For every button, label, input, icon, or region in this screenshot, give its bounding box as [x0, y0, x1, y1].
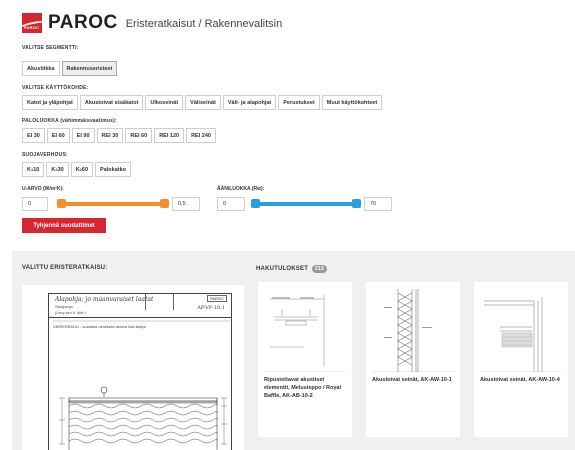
floor-section-diagram — [53, 320, 229, 450]
fire-rei60-button[interactable]: REI 60 — [125, 128, 153, 143]
segment-akustiikka-button[interactable]: Akustiikka — [22, 61, 60, 76]
paroc-logo[interactable]: PAROC — [22, 13, 42, 33]
fire-rei240-button[interactable]: REI 240 — [186, 128, 216, 143]
u-value-label: U-ARVO (W/m²K): — [22, 186, 64, 192]
result-drawing-2 — [384, 289, 432, 372]
segment-buttons: Akustiikka Rakennuseristeet — [22, 61, 119, 76]
result-title: Ripustettavat akustiset elementit, Melus… — [264, 377, 342, 399]
result-thumbnail — [480, 287, 562, 372]
u-value-max-handle[interactable] — [160, 199, 169, 208]
sound-class-min-handle[interactable] — [251, 199, 260, 208]
page-title: Eristeratkaisut / Rakennevalitsin — [125, 18, 283, 30]
result-card[interactable]: Akustoivat seinät, AK-AW-10-4 — [474, 282, 568, 437]
result-title: Akustoivat seinät, AK-AW-10-4 — [480, 377, 560, 383]
fire-rei120-button[interactable]: REI 120 — [154, 128, 185, 143]
results-count-badge: 213 — [311, 265, 327, 273]
usage-label: VALITSE KÄYTTÖKOHDE: — [22, 85, 89, 91]
sound-class-label: ÄÄNILUOKKA (Rw): — [217, 186, 265, 192]
protection-k260-button[interactable]: K 2 60 — [70, 162, 94, 177]
usage-valiseinat-button[interactable]: Väliseinät — [185, 95, 221, 110]
result-thumbnail — [264, 287, 346, 372]
fire-rei30-button[interactable]: REI 30 — [96, 128, 124, 143]
usage-katot-button[interactable]: Katot ja yläpohjat — [22, 95, 78, 110]
logo-word: PAROC — [24, 25, 40, 30]
result-thumbnail — [372, 287, 454, 372]
protection-k230-button[interactable]: K 2 30 — [46, 162, 69, 177]
fire-ei30-button[interactable]: EI 30 — [22, 128, 45, 143]
usage-akustoivat-button[interactable]: Akustoivat sisäkatot — [79, 95, 144, 110]
construction-drawing: Alapohja; jo maanvaraiset laatat Sisäpoh… — [48, 293, 232, 450]
selected-heading: VALITTU ERISTERATKAISU: — [22, 265, 108, 271]
protection-palokatko-button[interactable]: Palokatko — [95, 162, 132, 177]
usage-vali-alapohjat-button[interactable]: Väli- ja alapohjat — [222, 95, 277, 110]
brand-name: PAROC — [48, 12, 118, 33]
usage-perustukset-button[interactable]: Perustukset — [278, 95, 320, 110]
u-value-min-input[interactable]: 0 — [22, 197, 48, 211]
results-heading-wrap: HAKUTULOKSET 213 — [256, 265, 327, 273]
result-drawing-1 — [270, 295, 325, 367]
result-card[interactable]: Akustoivat seinät, AK-AW-10-1 — [366, 282, 460, 437]
fire-class-buttons: EI 30 EI 60 EI 90 REI 30 REI 60 REI 120 … — [22, 128, 218, 143]
protection-k260-rest: 60 — [81, 166, 89, 173]
u-value-max-input[interactable]: 0,5 — [172, 197, 200, 211]
result-drawing-3 — [484, 297, 543, 372]
header: PAROC PAROC Eristeratkaisut / Rakenneval… — [22, 11, 282, 35]
protection-k110-button[interactable]: K 1 10 — [22, 162, 45, 177]
result-title: Akustoivat seinät, AK-AW-10-1 — [372, 377, 452, 383]
sound-class-max-input[interactable]: 70 — [364, 197, 392, 211]
sound-class-track[interactable] — [253, 202, 358, 206]
usage-ulkoseinat-button[interactable]: Ulkoseinät — [145, 95, 184, 110]
sound-class-max-handle[interactable] — [352, 199, 361, 208]
results-heading: HAKUTULOKSET — [256, 266, 309, 272]
sound-class-min-input[interactable]: 0 — [217, 197, 245, 211]
protection-k110-rest: 10 — [33, 166, 40, 173]
protection-k230-rest: 30 — [57, 166, 64, 173]
selected-solution-card[interactable]: Alapohja; jo maanvaraiset laatat Sisäpoh… — [22, 285, 244, 450]
protection-label: SUOJAVERHOUS: — [22, 152, 68, 158]
segment-rakennuseristeet-button[interactable]: Rakennuseristeet — [61, 61, 118, 76]
u-value-track[interactable] — [58, 202, 166, 206]
segment-label: VALITSE SEGMENTTI: — [22, 45, 79, 51]
clear-filters-button[interactable]: Tyhjennä suodattimet — [22, 218, 106, 233]
fire-ei90-button[interactable]: EI 90 — [71, 128, 95, 143]
fire-class-label: PALOLUOKKA (vähimmäisvaatimus): — [22, 118, 117, 124]
result-card[interactable]: Ripustettavat akustiset elementit, Melus… — [258, 282, 352, 437]
protection-buttons: K 1 10 K 2 30 K 2 60 Palokatko — [22, 162, 133, 177]
fire-ei60-button[interactable]: EI 60 — [46, 128, 70, 143]
u-value-min-handle[interactable] — [57, 199, 66, 208]
usage-muut-button[interactable]: Muut käyttökohteet — [321, 95, 383, 110]
usage-buttons: Katot ja yläpohjat Akustoivat sisäkatot … — [22, 95, 384, 110]
